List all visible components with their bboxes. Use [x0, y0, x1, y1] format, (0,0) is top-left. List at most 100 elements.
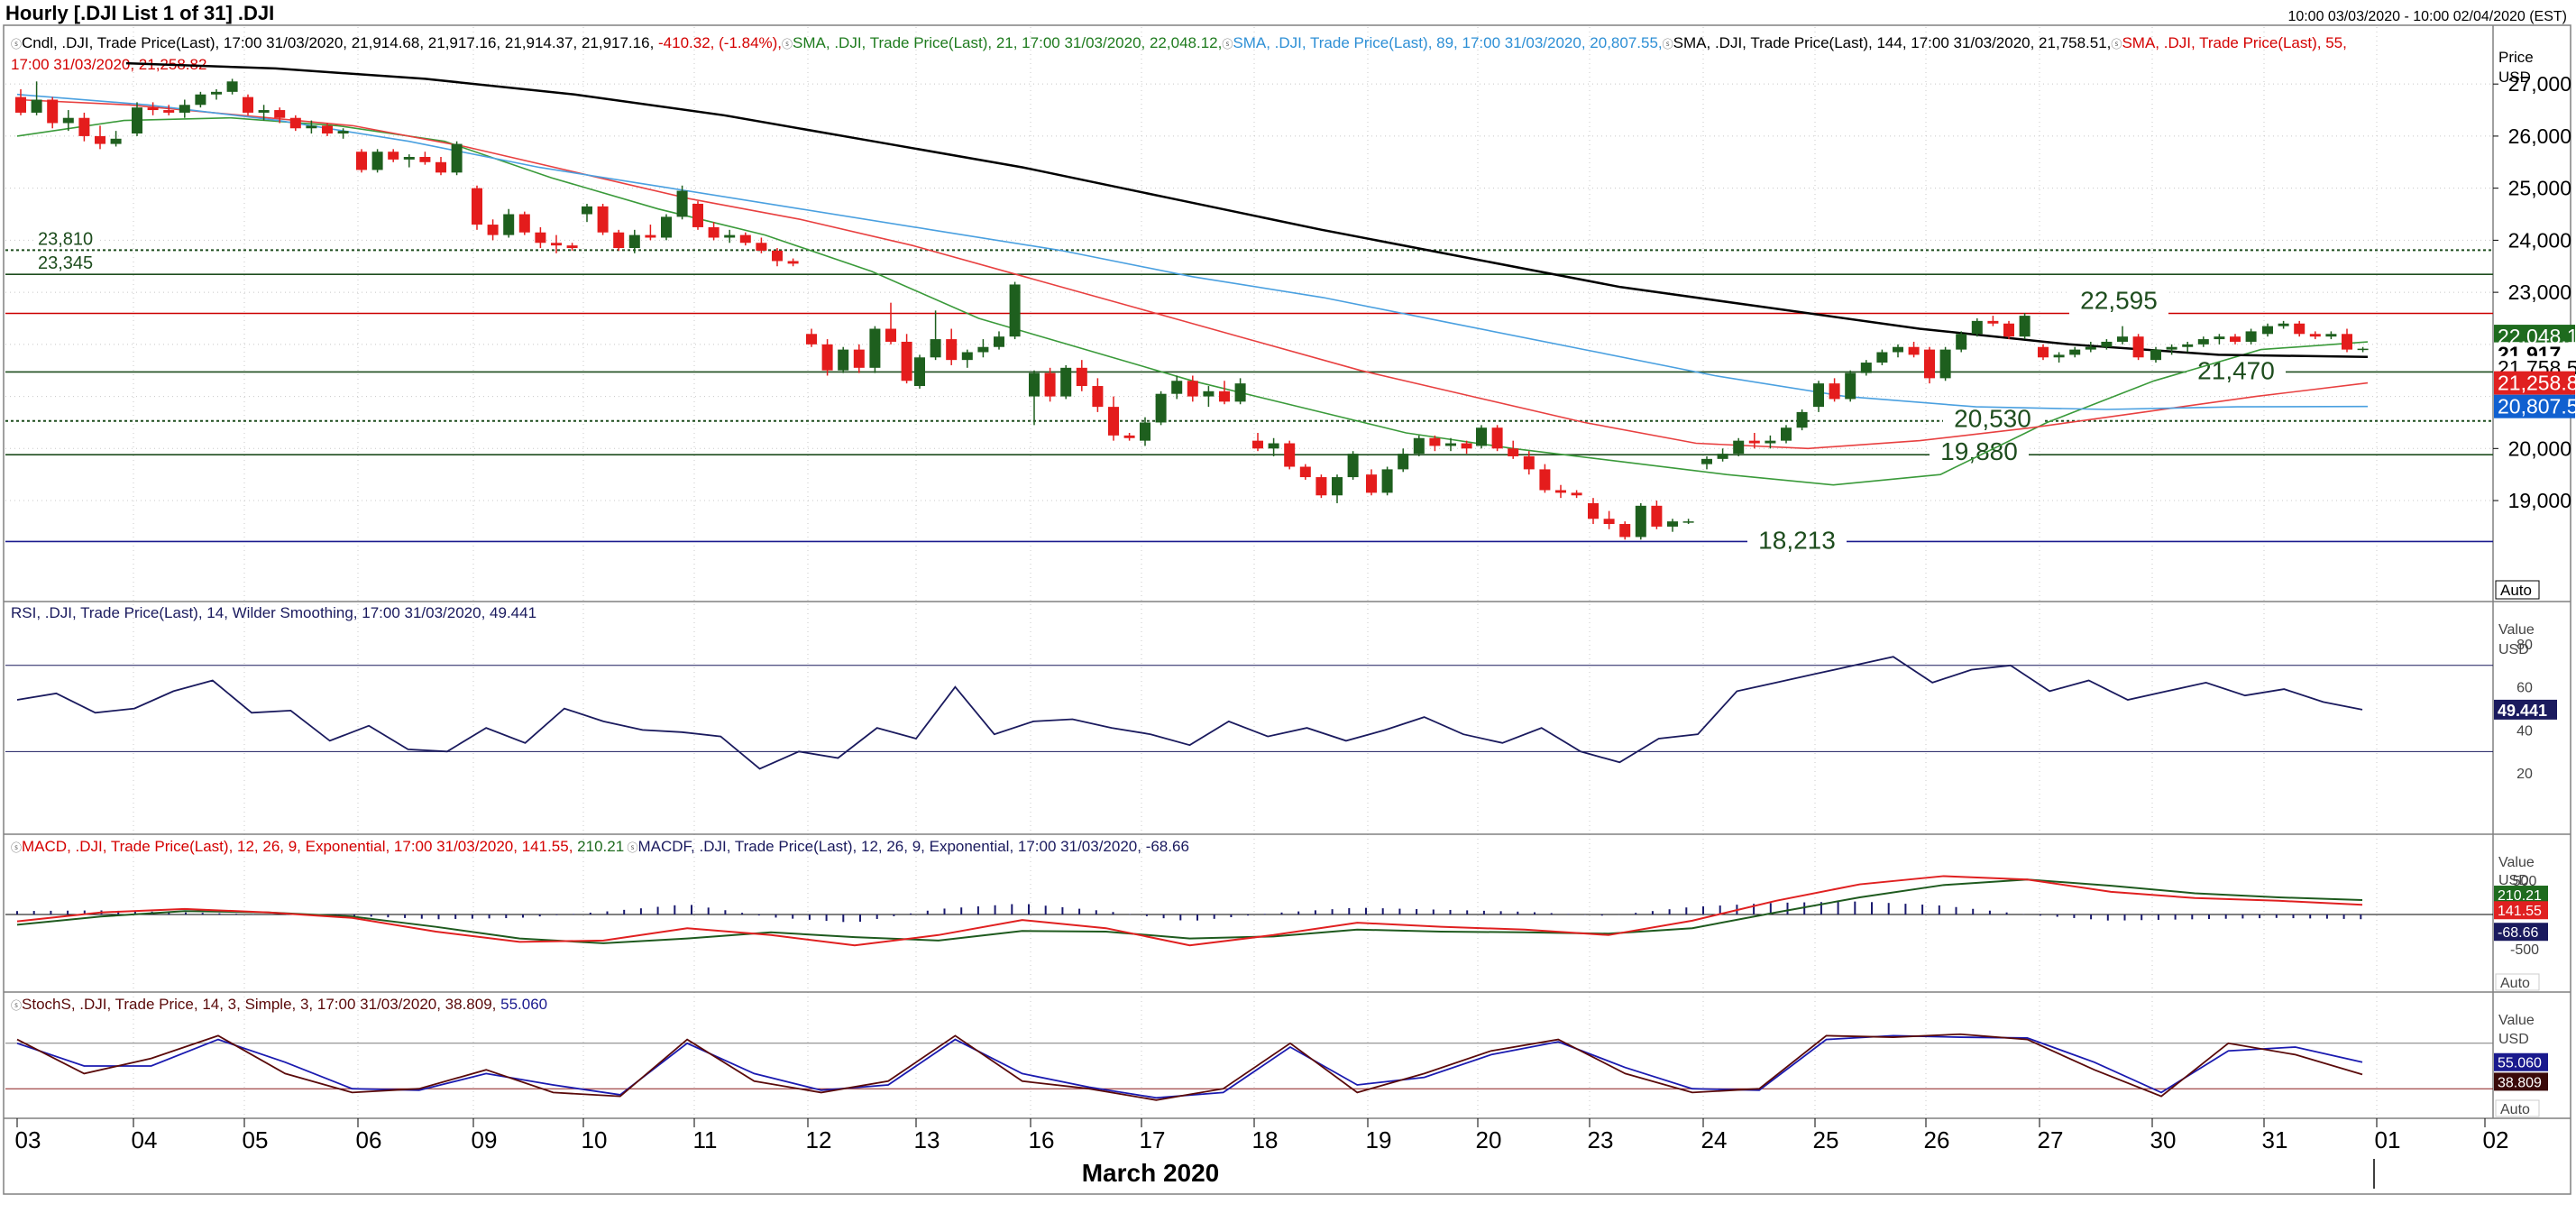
level-label: 22,595	[2080, 286, 2158, 314]
candle-body	[946, 339, 958, 361]
candle-body	[1813, 383, 1824, 408]
candle-body	[322, 125, 333, 134]
candle-body	[78, 117, 90, 136]
level-label: 21,470	[2197, 356, 2275, 384]
candle-body	[2053, 354, 2065, 358]
level-label: 23,345	[38, 253, 93, 273]
candle-body	[487, 225, 499, 235]
candle-body	[1108, 407, 1119, 436]
grid	[5, 27, 2493, 1118]
price-value-tags: 22,048.121,917.21,758.521,258.820,807.5	[2494, 325, 2576, 418]
date-tick-label: 16	[1029, 1126, 1055, 1153]
candle-body	[901, 341, 912, 381]
candle-body	[628, 234, 640, 249]
candle-body	[1009, 284, 1021, 337]
candle-body	[2101, 341, 2113, 347]
price-tick-label: 26,000	[2508, 124, 2571, 148]
candle-body	[1748, 440, 1760, 444]
candle-body	[1956, 334, 1967, 350]
macd-axis-title: Value	[2498, 855, 2535, 870]
level-label: 18,213	[1758, 526, 1836, 554]
candle-body	[1845, 372, 1856, 400]
macd-tick-label: -500	[2510, 942, 2539, 958]
candle-body	[1619, 524, 1631, 538]
candle-body	[2294, 323, 2306, 335]
candle-body	[2019, 316, 2031, 337]
chart-canvas: ⓢCndl, .DJI, Trade Price(Last), 17:00 31…	[3, 24, 2576, 1195]
date-tick-label: 27	[2038, 1126, 2064, 1153]
candle-body	[1733, 440, 1745, 455]
candle-body	[337, 131, 349, 134]
candle-body	[195, 94, 206, 106]
candle-body	[388, 152, 399, 160]
candle-body	[2150, 349, 2161, 361]
candle-body	[1140, 422, 1150, 441]
price-tag: 20,807.5	[2498, 395, 2576, 418]
date-tick-label: 03	[15, 1126, 41, 1153]
date-tick-label: 24	[1701, 1126, 1728, 1153]
legend-part: 210.21	[577, 838, 624, 855]
candle-body	[147, 107, 159, 111]
candle-body	[95, 135, 105, 144]
candle-body	[1829, 383, 1840, 400]
stochastic-lines: 55.060 38.809	[5, 1033, 2548, 1101]
rsi-tick-label: 40	[2516, 723, 2533, 739]
candle-body	[1461, 443, 1472, 449]
stoch-tag: 38.809	[2498, 1075, 2542, 1090]
date-tick-label: 31	[2262, 1126, 2288, 1153]
candle-body	[274, 110, 286, 118]
macd-legend: ⓢMACD, .DJI, Trade Price(Last), 12, 26, …	[11, 838, 1189, 855]
candle-body	[1413, 437, 1425, 455]
candle-body	[2325, 334, 2337, 337]
candle-body	[289, 117, 301, 129]
candle-body	[772, 250, 783, 262]
candle-body	[419, 157, 431, 162]
candle-body	[2003, 323, 2014, 337]
legend-part: -410.32, (-1.84%),	[658, 34, 782, 51]
candle-body	[692, 203, 703, 227]
candle-body	[1234, 383, 1246, 402]
candle-body	[1299, 466, 1311, 478]
candle-body	[821, 344, 833, 371]
candle-body	[1701, 458, 1712, 464]
candle-body	[1893, 346, 1903, 353]
macd-tag: 141.55	[2498, 904, 2542, 919]
candle-body	[179, 105, 190, 113]
date-tick-label: 12	[806, 1126, 832, 1153]
candle-body	[1268, 443, 1279, 449]
candle-body	[1539, 469, 1551, 491]
auto-scale-label: Auto	[2500, 582, 2532, 599]
candle-body	[1044, 372, 1056, 397]
stoch-tag: 55.060	[2498, 1056, 2542, 1071]
candle-body	[2230, 336, 2241, 342]
candle-body	[1092, 386, 1104, 408]
date-tick-label: 13	[914, 1126, 940, 1153]
candle-body	[1284, 443, 1296, 467]
candle-body	[806, 334, 817, 345]
date-tick-label: 19	[1366, 1126, 1392, 1153]
date-tick-label: 25	[1813, 1126, 1839, 1153]
legend-part: SMA, .DJI, Trade Price(Last), 144, 17:00…	[1673, 34, 2112, 51]
candle-body	[2117, 336, 2128, 342]
candle-body	[1796, 411, 1808, 428]
main-legend: ⓢCndl, .DJI, Trade Price(Last), 17:00 31…	[11, 34, 2347, 51]
candle-body	[1876, 352, 1888, 363]
candle-body	[1939, 349, 1951, 379]
price-tick-label: 24,000	[2508, 228, 2571, 252]
candle-body	[961, 352, 973, 361]
candle-body	[1155, 393, 1167, 423]
date-tick-label: 20	[1476, 1126, 1502, 1153]
legend-part: StochS, .DJI, Trade Price, 14, 3, Simple…	[22, 996, 500, 1013]
legend-part: SMA, .DJI, Trade Price(Last), 89, 17:00 …	[1233, 34, 1662, 51]
price-tick-label: 19,000	[2508, 489, 2571, 512]
candle-body	[930, 339, 941, 358]
candle-body	[2069, 349, 2081, 355]
candle-body	[2342, 334, 2352, 350]
candle-body	[403, 157, 415, 160]
stoch-legend: ⓢStochS, .DJI, Trade Price, 14, 3, Simpl…	[11, 996, 547, 1013]
macd-lines: 500-500210.21141.55-68.66	[5, 874, 2548, 958]
candle-body	[724, 234, 736, 238]
candle-body	[1171, 381, 1183, 394]
legend-toggle-icon: ⓢ	[2111, 38, 2122, 51]
candle-body	[451, 143, 463, 173]
